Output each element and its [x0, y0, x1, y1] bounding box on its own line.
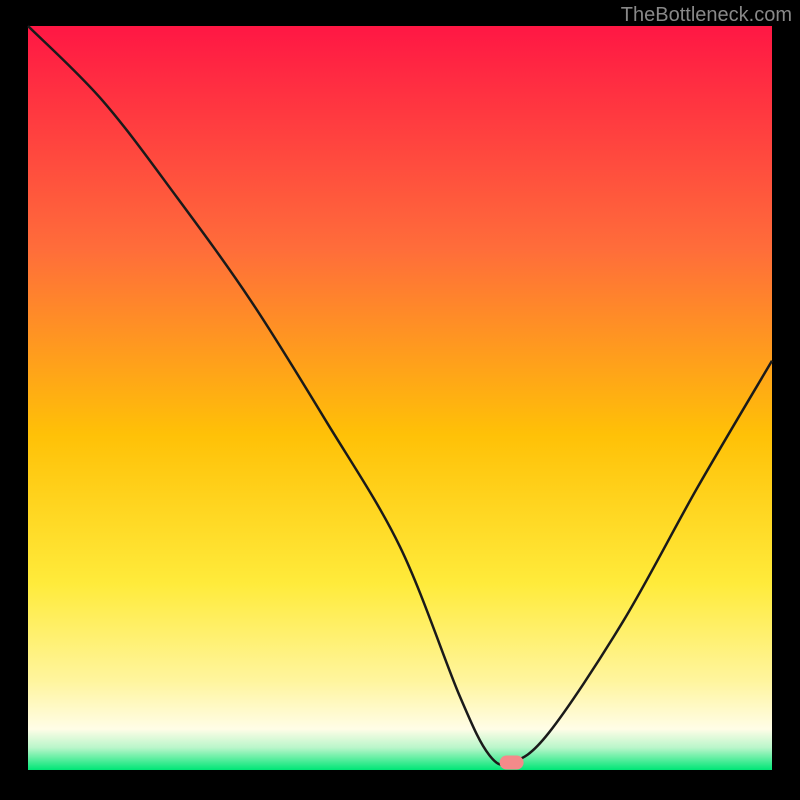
bottleneck-chart — [0, 0, 800, 800]
chart-container: TheBottleneck.com — [0, 0, 800, 800]
watermark-text: TheBottleneck.com — [621, 4, 792, 27]
gradient-background — [28, 26, 772, 770]
optimal-point-marker — [500, 756, 524, 770]
